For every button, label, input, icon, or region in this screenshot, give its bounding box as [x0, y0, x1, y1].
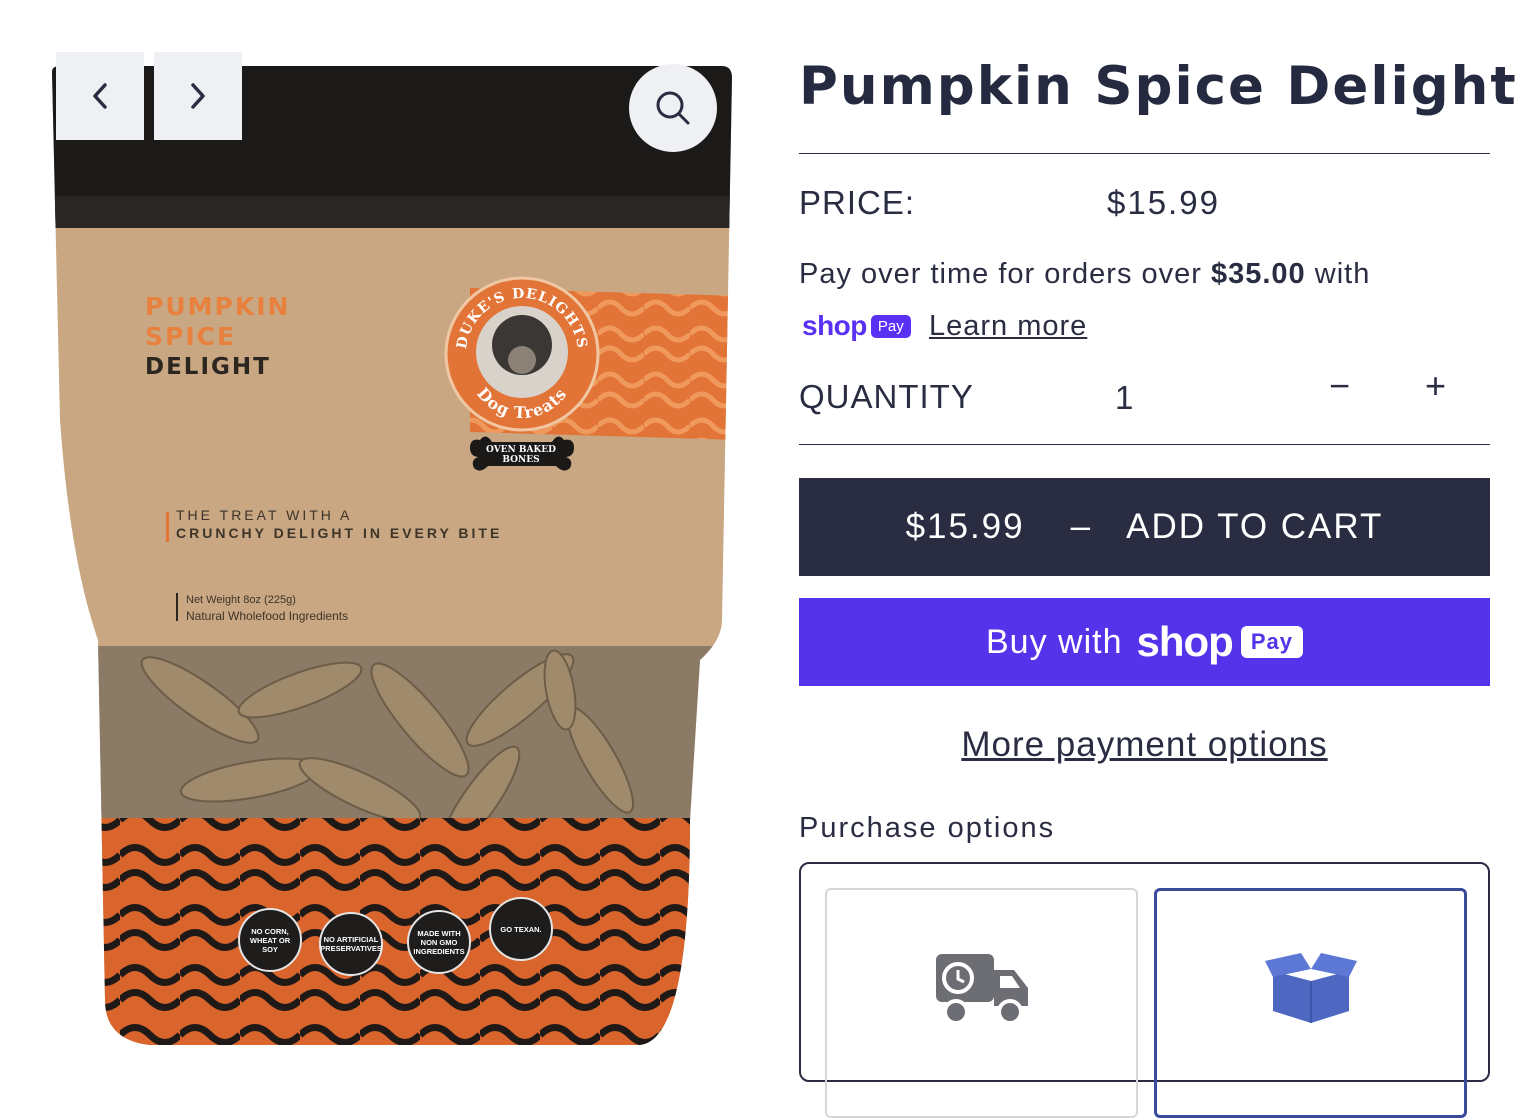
- buy-with-label: Buy with: [986, 622, 1123, 661]
- package-title-line3: DELIGHT: [145, 354, 271, 380]
- price-label: PRICE:: [799, 184, 916, 221]
- more-payment-options-link[interactable]: More payment options: [799, 725, 1490, 765]
- product-gallery: PUMPKIN SPICE DELIGHT OVEN BAKED BONES T…: [0, 0, 760, 1060]
- badge-go-texan: GO TEXAN.: [489, 897, 553, 961]
- one-time-purchase-option[interactable]: [1154, 888, 1467, 1118]
- purchase-options-box: [799, 862, 1490, 1118]
- badge-no-corn: NO CORN, WHEAT OR SOY: [238, 908, 302, 972]
- installments-message: Pay over time for orders over $35.00 wit…: [799, 258, 1370, 291]
- ingredients-text: Natural Wholefood Ingredients: [186, 609, 349, 623]
- quantity-input[interactable]: [1113, 378, 1177, 418]
- add-to-cart-separator: –: [1070, 507, 1093, 546]
- shop-wordmark: shop: [1136, 618, 1234, 665]
- buy-with-shop-pay-button[interactable]: Buy with shop Pay: [799, 598, 1490, 686]
- package-title: PUMPKIN SPICE DELIGHT: [145, 292, 290, 382]
- divider: [799, 153, 1490, 154]
- quantity-decrease-button[interactable]: −: [1329, 365, 1350, 407]
- bone-label: OVEN BAKED BONES: [486, 445, 556, 465]
- package-net-weight: Net Weight 8oz (225g) Natural Wholefood …: [186, 592, 348, 624]
- brand-top-text: DUKE'S DELIGHTS: [454, 286, 589, 350]
- subscription-option[interactable]: [825, 888, 1138, 1118]
- installments-amount: $35.00: [1210, 258, 1306, 290]
- shop-pay-logo: shop Pay: [802, 310, 911, 342]
- svg-text:Dog Treats: Dog Treats: [473, 384, 570, 422]
- shop-wordmark: shop: [802, 310, 867, 341]
- net-weight-text: Net Weight 8oz (225g): [186, 594, 296, 606]
- learn-more-link[interactable]: Learn more: [929, 310, 1087, 343]
- search-icon: [656, 91, 690, 125]
- installments-suffix: with: [1305, 258, 1371, 290]
- add-to-cart-price: $15.99: [905, 507, 1025, 546]
- installments-prefix: Pay over time for orders over: [799, 258, 1211, 290]
- chevron-right-icon: [191, 83, 205, 109]
- add-to-cart-label: ADD TO CART: [1126, 507, 1384, 546]
- package-title-line2: SPICE: [145, 322, 237, 351]
- pay-pill: Pay: [870, 314, 911, 338]
- box-icon: [1264, 953, 1357, 1023]
- package-tagline: THE TREAT WITH A CRUNCHY DELIGHT IN EVER…: [176, 507, 502, 541]
- quantity-label: QUANTITY: [799, 378, 974, 415]
- zoom-button[interactable]: [629, 64, 717, 152]
- purchase-options-label: Purchase options: [799, 812, 1056, 844]
- svg-text:DUKE'S DELIGHTS: DUKE'S DELIGHTS: [454, 286, 590, 350]
- gallery-prev-button[interactable]: [56, 52, 144, 140]
- add-to-cart-button[interactable]: $15.99 – ADD TO CART: [799, 478, 1490, 576]
- divider: [799, 444, 1490, 445]
- gallery-next-button[interactable]: [154, 52, 242, 140]
- delivery-truck-icon: [935, 954, 1028, 1025]
- package-title-line1: PUMPKIN: [145, 292, 291, 321]
- price-value: $15.99: [1107, 184, 1220, 221]
- chevron-left-icon: [93, 83, 107, 109]
- tagline-line2: CRUNCHY DELIGHT IN EVERY BITE: [176, 525, 503, 541]
- tagline-line1: THE TREAT WITH A: [176, 507, 353, 523]
- brand-bottom-text: Dog Treats: [473, 384, 569, 422]
- product-title: Pumpkin Spice Delight: [799, 56, 1518, 117]
- badge-non-gmo: MADE WITH NON GMO INGREDIENTS: [407, 910, 471, 974]
- quantity-increase-button[interactable]: +: [1425, 365, 1446, 407]
- brand-seal: DUKE'S DELIGHTS Dog Treats: [454, 286, 590, 422]
- pay-pill: Pay: [1240, 626, 1303, 658]
- badge-no-preservatives: NO ARTIFICIAL PRESERVATIVES: [319, 912, 383, 976]
